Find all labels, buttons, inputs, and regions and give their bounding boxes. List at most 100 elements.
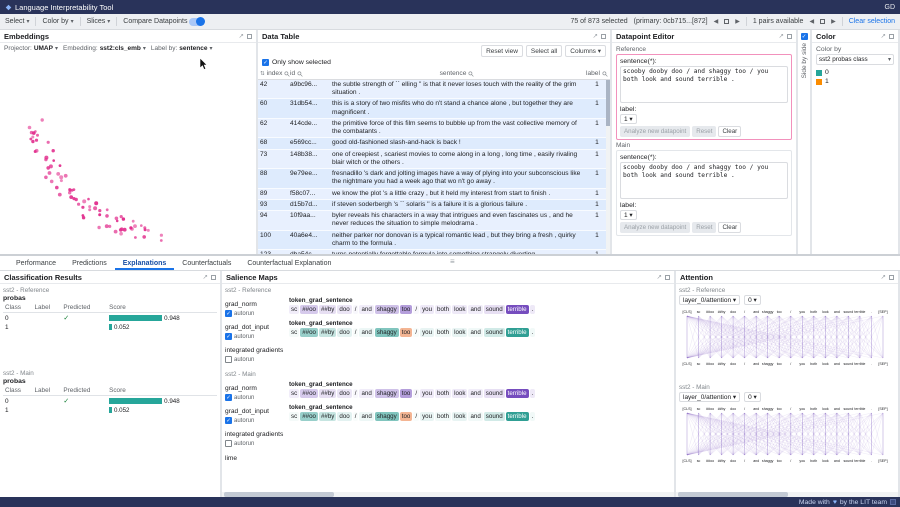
table-row[interactable]: 42a9bc96...the subtle strength of `` ell… (258, 80, 610, 99)
datapoint-dot[interactable] (98, 209, 101, 212)
table-row[interactable]: 62414cde...the primitive force of this f… (258, 119, 610, 138)
color-by-select[interactable]: sst2 probas class ▾ (816, 54, 894, 65)
salience-token[interactable]: doo (337, 305, 351, 314)
popout-icon[interactable]: ↗ (203, 273, 208, 281)
search-icon[interactable] (602, 71, 608, 77)
analyze-new-datapoint-button[interactable]: Analyze new datapoint (620, 222, 690, 233)
embedding-select[interactable]: Embedding: sst2:cls_emb▾ (63, 45, 146, 52)
autorun-checkbox[interactable]: autorun (225, 356, 289, 363)
analyze-new-datapoint-button[interactable]: Analyze new datapoint (620, 126, 690, 137)
salience-token[interactable]: both (435, 389, 451, 398)
salience-token[interactable]: too (400, 305, 413, 314)
autorun-checkbox[interactable]: autorun (225, 440, 289, 447)
salience-token[interactable]: and (468, 305, 482, 314)
datapoint-dot[interactable] (119, 232, 123, 236)
tab-explanations[interactable]: Explanations (115, 256, 175, 270)
datapoint-dot[interactable] (50, 180, 54, 184)
clear-selection-link[interactable]: Clear selection (849, 18, 895, 25)
salience-token[interactable]: ##oo (300, 305, 318, 314)
autorun-checkbox[interactable]: ✓autorun (225, 310, 289, 317)
salience-token[interactable]: ##by (319, 412, 336, 421)
datapoint-dot[interactable] (98, 213, 101, 216)
datapoint-dot[interactable] (106, 208, 109, 211)
datapoint-dot[interactable] (140, 224, 143, 227)
salience-token[interactable]: too (400, 389, 413, 398)
salience-token[interactable]: and (468, 328, 482, 337)
datapoint-dot[interactable] (48, 171, 52, 175)
datapoint-dot[interactable] (52, 149, 55, 152)
color-by-menu[interactable]: Color by▾ (42, 18, 73, 25)
clear-button[interactable]: Clear (718, 126, 741, 137)
salience-token[interactable]: and (468, 412, 482, 421)
datapoint-dot[interactable] (35, 149, 39, 153)
next-pair-icon[interactable]: ▶ (831, 18, 836, 25)
salience-token[interactable]: / (413, 305, 419, 314)
salience-token[interactable]: shaggy (375, 389, 399, 398)
datapoint-dot[interactable] (35, 139, 38, 142)
maximize-icon[interactable] (211, 275, 216, 280)
autorun-checkbox[interactable]: ✓autorun (225, 333, 289, 340)
tab-counterfactual-explanation[interactable]: Counterfactual Explanation (239, 256, 339, 270)
salience-token[interactable]: you (420, 389, 434, 398)
datapoint-dot[interactable] (64, 174, 68, 178)
datapoint-dot[interactable] (144, 228, 147, 231)
salience-token[interactable]: and (359, 328, 373, 337)
column-header-id[interactable]: id (288, 69, 330, 78)
datapoint-dot[interactable] (31, 136, 34, 139)
salience-token[interactable]: / (353, 389, 359, 398)
salience-token[interactable]: sound (484, 328, 505, 337)
label-select[interactable]: 1 ▾ (620, 114, 637, 124)
salience-token[interactable]: terrible (506, 412, 529, 421)
next-datapoint-icon[interactable]: ▶ (735, 18, 740, 25)
datapoint-dot[interactable] (32, 131, 36, 135)
salience-token[interactable]: sc (289, 412, 299, 421)
datapoint-dot[interactable] (88, 208, 91, 211)
datapoint-dot[interactable] (115, 217, 119, 221)
datapoint-dot[interactable] (59, 164, 62, 167)
datapoint-dot[interactable] (87, 198, 90, 201)
sentence-textarea[interactable] (620, 66, 788, 103)
table-row[interactable]: 68e569cc...good old-fashioned slash-and-… (258, 138, 610, 149)
salience-token[interactable]: / (353, 305, 359, 314)
datapoint-dot[interactable] (97, 226, 100, 229)
head-select[interactable]: 0 ▾ (744, 295, 761, 305)
salience-token[interactable]: look (452, 412, 467, 421)
sort-icons[interactable]: ⇅ (260, 71, 265, 77)
salience-token[interactable]: sound (484, 305, 505, 314)
salience-token[interactable]: look (452, 328, 467, 337)
popout-icon[interactable]: ↗ (593, 32, 598, 40)
salience-token[interactable]: ##by (319, 328, 336, 337)
attention-hscrollbar[interactable] (676, 492, 898, 497)
select-menu[interactable]: Select▾ (5, 18, 29, 25)
maximize-icon[interactable] (247, 34, 252, 39)
salience-token[interactable]: shaggy (375, 328, 399, 337)
datapoint-dot[interactable] (31, 140, 34, 143)
datapoint-dot[interactable] (93, 206, 97, 210)
salience-token[interactable]: / (413, 389, 419, 398)
datapoint-dot[interactable] (58, 193, 62, 197)
salience-token[interactable]: you (420, 412, 434, 421)
table-row[interactable]: 10040a6e4...neither parker nor donovan i… (258, 231, 610, 250)
salience-token[interactable]: doo (337, 328, 351, 337)
layer-select[interactable]: layer_0/attention ▾ (679, 392, 740, 402)
datapoint-dot[interactable] (44, 158, 47, 161)
reset-button[interactable]: Reset (692, 126, 716, 137)
maximize-icon[interactable] (787, 34, 792, 39)
salience-token[interactable]: both (435, 412, 451, 421)
column-header-sentence[interactable]: sentence (330, 69, 584, 78)
salience-token[interactable]: too (400, 412, 413, 421)
salience-token[interactable]: and (359, 412, 373, 421)
layer-select[interactable]: layer_0/attention ▾ (679, 295, 740, 305)
salience-token[interactable]: and (468, 389, 482, 398)
salience-token[interactable]: sound (484, 412, 505, 421)
datapoint-dot[interactable] (28, 126, 32, 130)
side-by-side-checkbox[interactable]: ✓ (801, 33, 808, 40)
datapoint-dot[interactable] (77, 203, 80, 206)
salience-token[interactable]: you (420, 305, 434, 314)
salience-token[interactable]: you (420, 328, 434, 337)
sentence-textarea[interactable] (620, 162, 788, 199)
salience-token[interactable]: / (353, 412, 359, 421)
salience-token[interactable]: . (530, 305, 536, 314)
datapoint-dot[interactable] (105, 224, 109, 228)
salience-token[interactable]: . (530, 412, 536, 421)
